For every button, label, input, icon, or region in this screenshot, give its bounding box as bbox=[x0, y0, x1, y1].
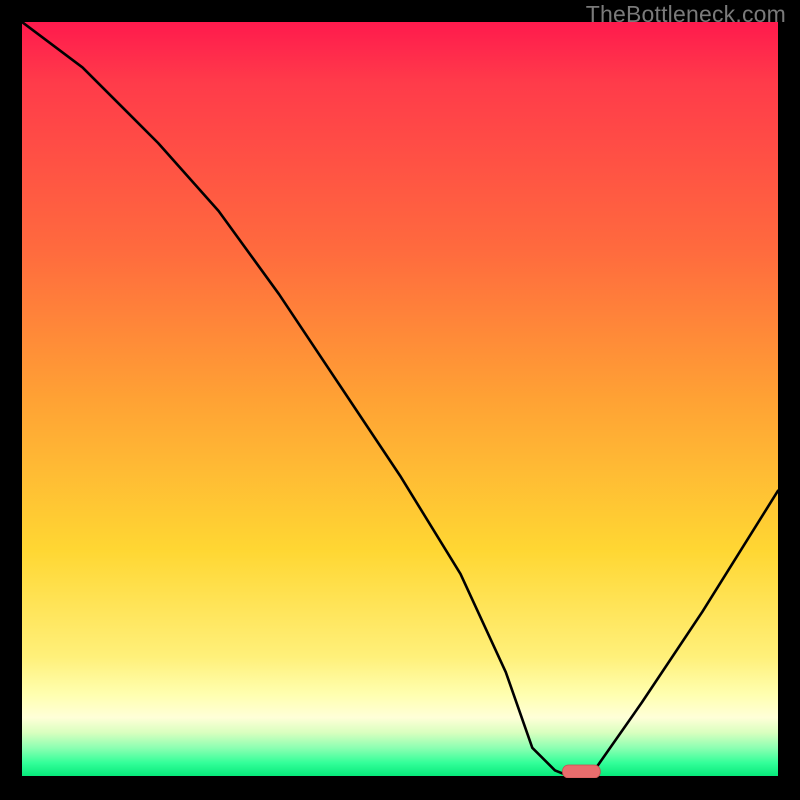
chart-frame: TheBottleneck.com bbox=[0, 0, 800, 800]
bottleneck-curve bbox=[22, 22, 778, 778]
optimal-marker bbox=[563, 765, 601, 778]
watermark-text: TheBottleneck.com bbox=[586, 1, 786, 28]
chart-svg-layer bbox=[22, 22, 778, 778]
